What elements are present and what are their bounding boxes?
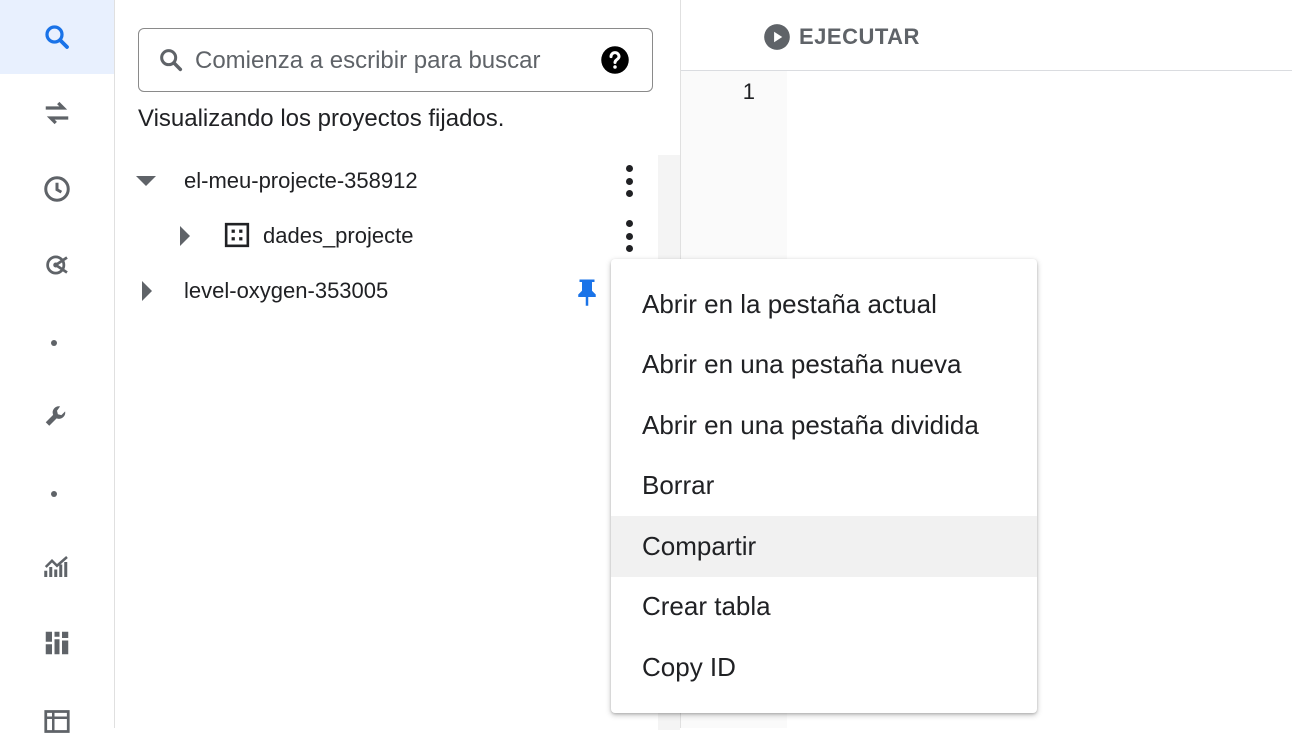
tree-row-project[interactable]: el-meu-projecte-358912 [115, 155, 660, 207]
search-input[interactable] [195, 43, 585, 79]
search-icon [160, 49, 183, 72]
analytics-hub-icon [46, 255, 68, 275]
menu-item-share[interactable]: Compartir [611, 516, 1037, 577]
caret-down-icon[interactable] [134, 169, 158, 193]
chart-icon [44, 556, 68, 577]
search-box [138, 28, 653, 92]
rail-table-button[interactable] [0, 682, 114, 756]
rail-search-button[interactable] [0, 0, 114, 74]
rail-monitoring-button[interactable] [0, 530, 114, 604]
rail-history-button[interactable] [0, 152, 114, 226]
pin-icon[interactable] [574, 277, 600, 307]
editor-toolbar: EJECUTAR [681, 0, 1292, 71]
rail-transfers-button[interactable] [0, 76, 114, 150]
wrench-icon [45, 406, 66, 426]
rail-dashboard-button[interactable] [0, 606, 114, 680]
dataset-icon [224, 222, 250, 248]
run-button-label: EJECUTAR [799, 24, 920, 49]
context-menu: Abrir en la pestaña actual Abrir en una … [611, 259, 1037, 713]
more-options-button[interactable] [622, 220, 636, 252]
more-options-button[interactable] [622, 165, 636, 197]
search-icon [45, 25, 69, 49]
rail-analytics-hub-button[interactable] [0, 228, 114, 302]
transfer-icon [45, 101, 69, 125]
dataset-name: dades_projecte [263, 223, 414, 248]
navigation-rail [0, 0, 115, 733]
dashboard-icon [45, 631, 69, 655]
history-icon [44, 176, 70, 202]
tree-row-project[interactable]: level-oxygen-353005 [115, 265, 660, 317]
menu-item-delete[interactable]: Borrar [611, 456, 1037, 517]
line-number: 1 [742, 79, 755, 104]
menu-item-open-current-tab[interactable]: Abrir en la pestaña actual [611, 274, 1037, 335]
rail-separator-dot [51, 491, 57, 497]
project-name: el-meu-projecte-358912 [184, 168, 418, 193]
caret-right-icon[interactable] [173, 224, 197, 248]
rail-tools-button[interactable] [0, 380, 114, 454]
table-icon [44, 710, 70, 733]
play-icon [764, 24, 790, 50]
project-name: level-oxygen-353005 [184, 278, 389, 303]
menu-item-copy-id[interactable]: Copy ID [611, 637, 1037, 698]
menu-item-create-table[interactable]: Crear tabla [611, 577, 1037, 638]
run-button[interactable]: EJECUTAR [763, 20, 920, 54]
pinned-projects-message: Visualizando los proyectos fijados. [138, 105, 505, 132]
tree-row-dataset[interactable]: dades_projecte [115, 210, 660, 262]
explorer-panel: Visualizando los proyectos fijados. el-m… [115, 0, 681, 730]
menu-item-open-new-tab[interactable]: Abrir en una pestaña nueva [611, 335, 1037, 396]
rail-separator-dot [51, 340, 57, 346]
menu-item-open-split-tab[interactable]: Abrir en una pestaña dividida [611, 395, 1037, 456]
help-icon[interactable] [600, 45, 630, 75]
caret-right-icon[interactable] [135, 279, 159, 303]
